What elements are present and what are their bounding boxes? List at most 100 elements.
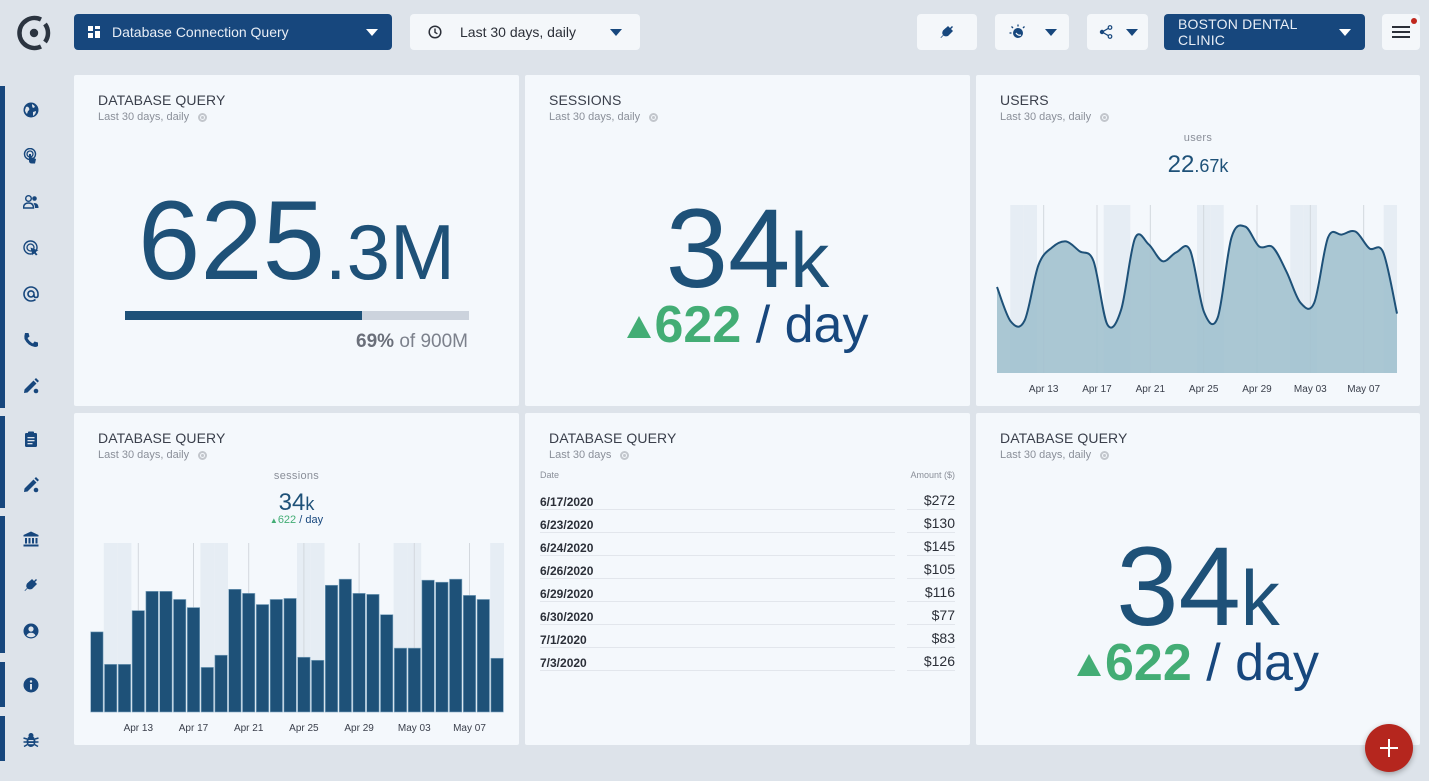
trend-up-icon (1077, 654, 1102, 676)
cell-date: 6/23/2020 (540, 518, 594, 532)
info-icon[interactable] (649, 112, 659, 122)
bar (325, 584, 339, 713)
sessions-card: SESSIONS Last 30 days, daily 34k 622 / d… (525, 75, 970, 406)
bug-icon (23, 733, 39, 748)
bar (242, 593, 256, 713)
bar (352, 593, 366, 713)
cell-amount: $272 (923, 492, 955, 508)
bar (269, 599, 283, 713)
sidebar-item-info[interactable] (22, 676, 40, 694)
info-icon[interactable] (620, 450, 630, 460)
click-target-icon (23, 240, 39, 256)
date-range-select[interactable]: Last 30 days, daily (410, 14, 640, 50)
value-number: 34 (665, 186, 791, 311)
x-tick-label: Apr 17 (179, 723, 209, 734)
card-subtitle: Last 30 days, daily (549, 111, 659, 123)
db-query-kpi-delta: 622 / day (976, 637, 1420, 689)
table-row[interactable]: 6/23/2020 $130 (540, 510, 955, 533)
info-icon[interactable] (198, 112, 208, 122)
cell-amount: $126 (923, 653, 955, 669)
sidebar-item-globe[interactable] (22, 101, 40, 119)
users-area-chart[interactable]: Apr 13 Apr 17 Apr 21 Apr 25 Apr 29 May 03 May … (976, 75, 1420, 406)
bar (476, 599, 490, 713)
value-decimal: .3M (324, 208, 455, 296)
info-icon (23, 677, 39, 693)
bar (256, 604, 270, 713)
card-subtitle: Last 30 days, daily (98, 111, 208, 123)
sidebar-item-edit-2[interactable] (22, 476, 40, 494)
card-title: DATABASE QUERY (549, 430, 677, 446)
column-header-amount[interactable]: Amount ($) (910, 470, 955, 480)
clock-icon (428, 25, 442, 39)
sidebar-group-marker (0, 716, 5, 761)
cell-amount: $116 (924, 584, 955, 600)
x-tick-label: Apr 13 (124, 723, 154, 734)
cell-date: 7/1/2020 (540, 633, 587, 647)
sidebar-item-edit[interactable] (22, 377, 40, 395)
sidebar-group-marker (0, 662, 5, 707)
plug-icon (940, 26, 953, 38)
card-title: DATABASE QUERY (98, 92, 226, 108)
bar (104, 664, 118, 713)
bar (421, 579, 435, 713)
sidebar-group-marker (0, 86, 5, 408)
bar (228, 589, 242, 713)
sidebar-item-email[interactable] (22, 285, 40, 303)
bar (214, 654, 228, 713)
cell-date: 7/3/2020 (540, 656, 587, 670)
quota-progress-fill (125, 311, 363, 320)
sidebar-item-bank[interactable] (22, 530, 40, 548)
plugin-button[interactable] (917, 14, 977, 50)
bar (173, 599, 187, 713)
sidebar-item-phone[interactable] (22, 331, 40, 349)
column-header-date[interactable]: Date (540, 470, 559, 480)
sidebar-item-reports[interactable] (22, 430, 40, 448)
app-logo[interactable] (14, 13, 54, 53)
bar (393, 647, 407, 713)
card-subtitle-text: Last 30 days, daily (549, 111, 641, 123)
sidebar-item-users[interactable] (22, 193, 40, 211)
chevron-down-icon (1339, 28, 1351, 36)
sidebar-item-plugins[interactable] (22, 576, 40, 594)
sidebar-item-clicks[interactable] (22, 239, 40, 257)
table-row[interactable]: 6/26/2020 $105 (540, 556, 955, 579)
db-query-total-card: DATABASE QUERY Last 30 days, daily 625.3… (74, 75, 519, 406)
card-subtitle: Last 30 days, daily (1000, 449, 1110, 461)
x-tick-label: Apr 25 (289, 723, 319, 734)
theme-button[interactable] (995, 14, 1069, 50)
dashboard-select-label: Database Connection Query (112, 24, 289, 40)
bar (117, 664, 131, 713)
sessions-bar-chart[interactable]: Apr 13 Apr 17 Apr 21 Apr 25 Apr 29 May 03 May … (74, 413, 519, 745)
globe-icon (23, 102, 39, 118)
bank-icon (23, 531, 39, 547)
main-menu-button[interactable] (1382, 14, 1420, 50)
x-tick-label: May 07 (1347, 384, 1380, 395)
notification-dot (1411, 18, 1417, 24)
pencil-icon (24, 477, 39, 493)
x-tick-label: Apr 25 (1189, 384, 1219, 395)
db-query-total-value: 625.3M (74, 185, 519, 297)
table-row[interactable]: 6/24/2020 $145 (540, 533, 955, 556)
sidebar-item-debug[interactable] (22, 731, 40, 749)
date-range-label: Last 30 days, daily (460, 24, 576, 40)
organization-select[interactable]: BOSTON DENTAL CLINIC (1164, 14, 1365, 50)
x-tick-label: Apr 13 (1029, 384, 1059, 395)
add-widget-button[interactable] (1365, 724, 1413, 772)
sidebar-item-touch[interactable] (22, 147, 40, 165)
table-row[interactable]: 7/3/2020 $126 (540, 648, 955, 671)
cell-date: 6/24/2020 (540, 541, 594, 555)
bar (449, 578, 463, 713)
dashboard-select[interactable]: Database Connection Query (74, 14, 392, 50)
bar (490, 657, 504, 713)
table-row[interactable]: 6/29/2020 $116 (540, 579, 955, 602)
bar (407, 647, 421, 713)
table-row[interactable]: 7/1/2020 $83 (540, 625, 955, 648)
info-icon[interactable] (1100, 450, 1110, 460)
share-icon (1099, 25, 1113, 39)
sidebar-item-account[interactable] (22, 622, 40, 640)
row-divider (907, 670, 955, 671)
table-row[interactable]: 6/17/2020 $272 (540, 487, 955, 510)
table-row[interactable]: 6/30/2020 $77 (540, 602, 955, 625)
quota-progress-label: 69% of 900M (356, 331, 468, 353)
share-button[interactable] (1087, 14, 1148, 50)
